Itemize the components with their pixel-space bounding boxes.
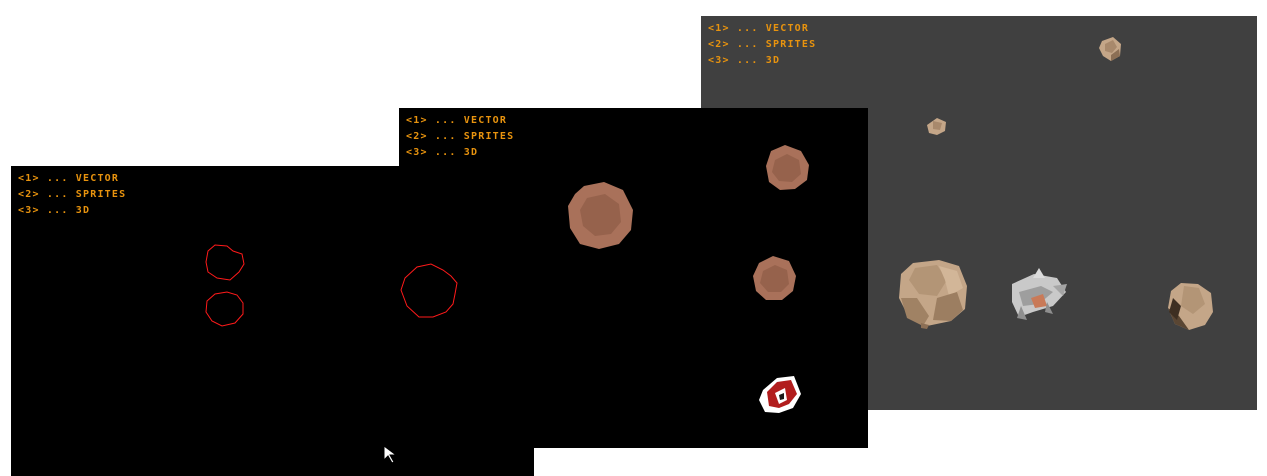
menu-label: SPRITES — [463, 131, 515, 142]
asteroid-sprite-middle-right — [753, 256, 796, 300]
menu-label: VECTOR — [463, 115, 508, 126]
mode-menu-vector: <1> ... VECTOR <2> ... SPRITES <3> ... 3… — [18, 171, 126, 219]
menu-key: <3> — [708, 55, 730, 66]
menu-item-vector[interactable]: <1> ... VECTOR — [406, 113, 514, 129]
menu-item-3d[interactable]: <3> ... 3D — [406, 145, 514, 161]
menu-key: <1> — [406, 115, 428, 126]
menu-key: <1> — [18, 173, 40, 184]
asteroid-3d-right — [1168, 283, 1213, 330]
menu-item-vector[interactable]: <1> ... VECTOR — [708, 21, 816, 37]
menu-dots: ... — [39, 205, 76, 216]
menu-item-sprites[interactable]: <2> ... SPRITES — [708, 37, 816, 53]
menu-key: <3> — [18, 205, 40, 216]
asteroid-3d-small-top — [1099, 37, 1121, 61]
menu-dots: ... — [39, 173, 76, 184]
menu-dots: ... — [39, 189, 76, 200]
asteroid-vector-right — [400, 263, 458, 318]
menu-item-3d[interactable]: <3> ... 3D — [18, 203, 126, 219]
menu-dots: ... — [729, 39, 766, 50]
menu-item-3d[interactable]: <3> ... 3D — [708, 53, 816, 69]
menu-dots: ... — [427, 131, 464, 142]
menu-label: 3D — [765, 55, 781, 66]
menu-key: <2> — [18, 189, 40, 200]
menu-label: 3D — [463, 147, 479, 158]
asteroid-3d-tiny — [927, 118, 946, 135]
asteroid-sprite-large — [568, 182, 633, 249]
spaceship-3d — [1012, 268, 1067, 320]
game-window-vector[interactable]: <1> ... VECTOR <2> ... SPRITES <3> ... 3… — [11, 166, 534, 476]
menu-item-sprites[interactable]: <2> ... SPRITES — [18, 187, 126, 203]
menu-item-vector[interactable]: <1> ... VECTOR — [18, 171, 126, 187]
menu-key: <3> — [406, 147, 428, 158]
arrow-cursor-icon — [383, 445, 398, 464]
mode-menu-3d: <1> ... VECTOR <2> ... SPRITES <3> ... 3… — [708, 21, 816, 69]
menu-dots: ... — [427, 147, 464, 158]
menu-label: SPRITES — [765, 39, 817, 50]
asteroid-vector-top — [205, 244, 245, 281]
asteroid-3d-large — [899, 260, 967, 329]
asteroid-vector-bottom — [205, 291, 244, 327]
menu-key: <2> — [406, 131, 428, 142]
menu-key: <1> — [708, 23, 730, 34]
asteroid-sprite-top-right — [766, 145, 809, 190]
menu-item-sprites[interactable]: <2> ... SPRITES — [406, 129, 514, 145]
menu-dots: ... — [729, 55, 766, 66]
menu-dots: ... — [427, 115, 464, 126]
menu-label: 3D — [75, 205, 91, 216]
menu-label: VECTOR — [765, 23, 810, 34]
menu-key: <2> — [708, 39, 730, 50]
menu-label: VECTOR — [75, 173, 120, 184]
mode-menu-sprites: <1> ... VECTOR <2> ... SPRITES <3> ... 3… — [406, 113, 514, 161]
spaceship-sprite — [759, 376, 801, 413]
menu-label: SPRITES — [75, 189, 127, 200]
menu-dots: ... — [729, 23, 766, 34]
